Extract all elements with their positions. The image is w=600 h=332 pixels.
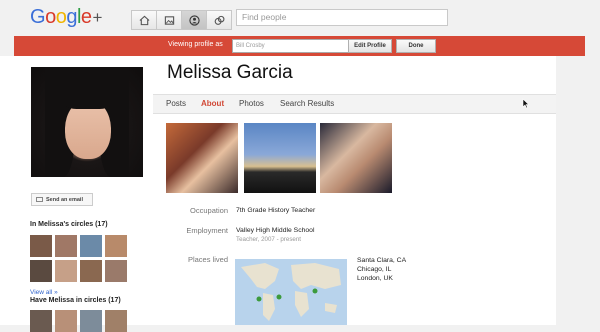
circle-avatar[interactable] <box>30 235 52 257</box>
place-item: Santa Clara, CA <box>357 257 407 264</box>
top-bar: Google+ Find people <box>0 0 600 36</box>
circle-avatar[interactable] <box>105 235 127 257</box>
occupation-value: 7th Grade History Teacher <box>236 207 316 214</box>
tab-about[interactable]: About <box>201 99 224 108</box>
have-in-circles-title: Have Melissa in circles (17) <box>30 297 121 304</box>
circle-avatar[interactable] <box>105 260 127 282</box>
view-all-link[interactable]: View all » <box>30 289 58 296</box>
circle-avatar[interactable] <box>80 235 102 257</box>
tab-posts[interactable]: Posts <box>166 99 186 108</box>
logo-letter: + <box>92 8 103 27</box>
view-as-input[interactable]: Bill Crosby <box>232 39 354 53</box>
logo-letter: o <box>45 6 56 28</box>
places-label: Places lived <box>187 255 228 264</box>
places-map[interactable] <box>235 259 347 325</box>
circle-avatar[interactable] <box>105 310 127 332</box>
logo-letter: G <box>30 6 46 28</box>
map-pin-icon <box>276 294 282 300</box>
edit-profile-button[interactable]: Edit Profile <box>348 39 392 53</box>
place-item: Chicago, IL <box>357 266 392 273</box>
employment-label: Employment <box>186 226 228 235</box>
circle-avatar[interactable] <box>55 310 77 332</box>
view-as-bar: Viewing profile as Bill Crosby Edit Prof… <box>14 36 585 56</box>
map-pin-icon <box>312 288 318 294</box>
profile-button[interactable] <box>181 10 207 30</box>
photo-thumbnail[interactable] <box>244 123 316 193</box>
map-pin-icon <box>256 296 262 302</box>
email-icon <box>36 197 43 202</box>
logo-letter: o <box>55 6 67 28</box>
place-item: London, UK <box>357 275 393 282</box>
photo-thumbnail[interactable] <box>166 123 238 193</box>
nav-buttons <box>131 10 232 30</box>
circle-avatar[interactable] <box>30 310 52 332</box>
photo-thumbnail[interactable] <box>320 123 392 193</box>
employment-detail: Teacher, 2007 - present <box>236 236 302 243</box>
circle-avatar[interactable] <box>30 260 52 282</box>
circle-avatar[interactable] <box>55 260 77 282</box>
circle-avatar[interactable] <box>55 235 77 257</box>
logo-letter: g <box>66 6 77 28</box>
google-plus-logo[interactable]: Google+ <box>30 6 102 29</box>
circle-avatar[interactable] <box>80 310 102 332</box>
send-email-button[interactable]: Send an email <box>31 193 93 206</box>
home-button[interactable] <box>131 10 157 30</box>
photos-button[interactable] <box>156 10 182 30</box>
photo-hair <box>59 67 117 109</box>
profile-icon <box>188 14 200 26</box>
circles-button[interactable] <box>206 10 232 30</box>
profile-tabs: Posts About Photos Search Results <box>153 94 556 114</box>
occupation-label: Occupation <box>190 206 228 215</box>
circle-avatar[interactable] <box>80 260 102 282</box>
home-icon <box>139 15 149 25</box>
in-circles-grid <box>30 235 127 282</box>
viewing-as-label: Viewing profile as <box>168 41 223 48</box>
search-input[interactable]: Find people <box>236 9 448 26</box>
world-map-icon <box>241 263 341 321</box>
done-button[interactable]: Done <box>396 39 436 53</box>
profile-photo[interactable] <box>31 67 143 177</box>
profile-name: Melissa Garcia <box>167 62 293 83</box>
have-in-circles-grid <box>30 310 127 332</box>
logo-letter: e <box>80 6 92 28</box>
send-email-label: Send an email <box>46 197 83 203</box>
in-circles-title: In Melissa's circles (17) <box>30 221 108 228</box>
mouse-cursor-icon <box>522 98 530 109</box>
circles-icon <box>214 15 224 25</box>
photos-icon <box>164 15 174 25</box>
tab-photos[interactable]: Photos <box>239 99 264 108</box>
employment-value: Valley High Middle School <box>236 227 315 234</box>
tab-search-results[interactable]: Search Results <box>280 99 334 108</box>
